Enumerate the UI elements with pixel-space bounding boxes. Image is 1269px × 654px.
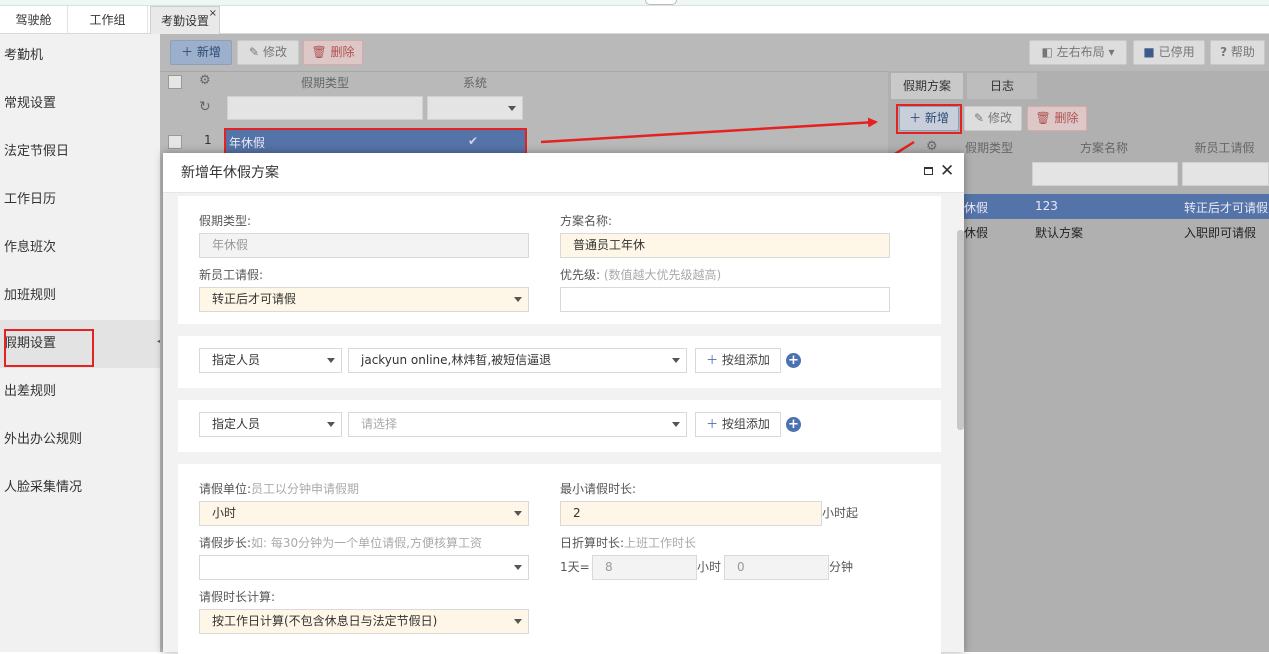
scope-card-2: 指定人员 请选择 ＋ 按组添加 + [178,400,941,452]
convert-prefix: 1天= [560,560,590,574]
leave-type-label: 假期类型: [199,214,252,228]
people-value: jackyun online,林炜晢,被短信逼退 [361,353,552,367]
dialog-scrollbar[interactable] [957,230,964,430]
calc-label: 请假时长计算: [199,590,276,604]
chevron-down-icon [514,619,522,624]
newbie-value: 转正后才可请假 [212,292,297,306]
add-circle-icon[interactable]: + [786,353,801,368]
unit-hint: 员工以分钟申请假期 [251,482,360,496]
unit-value: 小时 [212,506,237,520]
chevron-down-icon [327,422,335,427]
convert-minutes-input[interactable]: 0 [724,555,829,580]
step-select[interactable] [199,555,529,580]
chevron-down-icon [514,297,522,302]
people-select[interactable]: jackyun online,林炜晢,被短信逼退 [348,348,687,373]
plan-name-input[interactable]: 普通员工年休 [560,233,890,258]
maximize-icon[interactable] [924,167,933,175]
chevron-down-icon [514,565,522,570]
newbie-select[interactable]: 转正后才可请假 [199,287,529,312]
min-duration-label: 最小请假时长: [560,482,637,496]
duration-card: 请假单位:员工以分钟申请假期 小时 最小请假时长: 2 小时起 请假步长:如: … [178,464,941,654]
add-by-group-button[interactable]: ＋ 按组添加 [695,348,781,373]
step-label-text: 请假步长: [199,536,252,550]
min-duration-input[interactable]: 2 [560,501,822,526]
convert-hours-input[interactable]: 8 [592,555,697,580]
step-hint: 如: 每30分钟为一个单位请假,方便核算工资 [251,536,482,550]
add-circle-icon[interactable]: + [786,417,801,432]
unit-label: 请假单位:员工以分钟申请假期 [199,482,359,496]
step-label: 请假步长:如: 每30分钟为一个单位请假,方便核算工资 [199,536,482,550]
basic-info-card: 假期类型: 年休假 方案名称: 普通员工年休 新员工请假: 转正后才可请假 优先… [178,196,941,324]
priority-hint: (数值越大优先级越高) [603,268,722,282]
people-placeholder: 请选择 [361,417,398,431]
scope-type-value: 指定人员 [212,417,261,431]
calc-value: 按工作日计算(不包含休息日与法定节假日) [212,614,438,628]
new-plan-dialog: 新增年休假方案 ✕ 假期类型: 年休假 方案名称: 普通员工年休 新员工请假: … [163,153,964,654]
plus-icon: ＋ [706,353,719,367]
newbie-label: 新员工请假: [199,268,264,282]
hours-unit: 小时 [697,560,722,574]
chevron-down-icon [327,358,335,363]
close-icon[interactable]: ✕ [940,161,954,181]
scope-type-value: 指定人员 [212,353,261,367]
unit-select[interactable]: 小时 [199,501,529,526]
scope-card-1: 指定人员 jackyun online,林炜晢,被短信逼退 ＋ 按组添加 + [178,336,941,388]
dialog-title: 新增年休假方案 [163,153,964,193]
convert-hint: 上班工作时长 [624,536,697,550]
leave-type-field: 年休假 [199,233,529,258]
plus-icon: ＋ [706,417,719,431]
plan-name-label: 方案名称: [560,214,613,228]
scope-type-select[interactable]: 指定人员 [199,348,342,373]
arrow-to-add-button [540,117,878,144]
chevron-down-icon [672,358,680,363]
convert-label-text: 日折算时长: [560,536,625,550]
add-by-group-label: 按组添加 [721,417,770,431]
calc-select[interactable]: 按工作日计算(不包含休息日与法定节假日) [199,609,529,634]
people-select[interactable]: 请选择 [348,412,687,437]
chevron-down-icon [672,422,680,427]
scope-type-select[interactable]: 指定人员 [199,412,342,437]
add-by-group-button[interactable]: ＋ 按组添加 [695,412,781,437]
min-duration-suffix: 小时起 [822,506,859,520]
priority-input[interactable] [560,287,890,312]
unit-label-text: 请假单位: [199,482,252,496]
add-by-group-label: 按组添加 [721,353,770,367]
minutes-unit: 分钟 [829,560,854,574]
priority-label: 优先级: (数值越大优先级越高) [560,268,721,282]
convert-label: 日折算时长:上班工作时长 [560,536,696,550]
priority-label-text: 优先级: [560,268,601,282]
chevron-down-icon [514,511,522,516]
dialog-body: 假期类型: 年休假 方案名称: 普通员工年休 新员工请假: 转正后才可请假 优先… [163,193,964,654]
